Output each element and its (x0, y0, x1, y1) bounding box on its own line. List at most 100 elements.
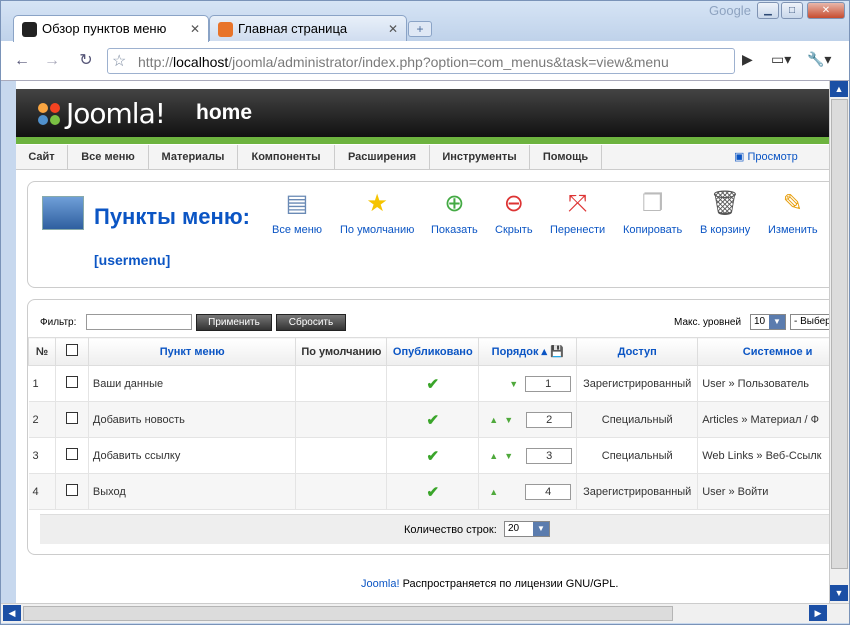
forward-button[interactable]: → (41, 50, 63, 72)
table-row: 1 Ваши данные ✔ ▼ 1 Зарегистрированный Us… (28, 365, 829, 402)
menu-item-components[interactable]: Компоненты (238, 145, 335, 170)
publish-button[interactable]: ⊕ Показать (431, 188, 478, 236)
row-checkbox[interactable] (65, 412, 78, 424)
horizontal-scroll-thumb[interactable] (23, 606, 673, 621)
order-input[interactable]: 3 (526, 447, 573, 464)
published-cell: ✔ (386, 437, 480, 474)
filter-label: Фильтр: (40, 317, 77, 328)
menu-item-site[interactable]: Сайт (16, 145, 68, 170)
bookmark-star-icon[interactable]: ☆ (112, 51, 126, 71)
address-bar[interactable]: ☆ http://localhost/joomla/administrator/… (107, 48, 735, 74)
chevron-down-icon: ▼ (533, 522, 549, 536)
maximize-button[interactable]: □ (781, 2, 803, 19)
close-tab-icon[interactable]: ✕ (388, 22, 398, 36)
edit-button[interactable]: ✎ Изменить (768, 188, 818, 236)
trash-button[interactable]: 🗑 В корзину (700, 188, 750, 236)
save-order-icon[interactable]: 💾 (550, 346, 564, 358)
menu-item-link[interactable]: Ваши данные (88, 365, 297, 402)
access-cell[interactable]: Специальный (576, 401, 699, 438)
menu-item-link[interactable]: Добавить новость (88, 401, 297, 438)
order-cell: ▲ ▼ 2 (478, 401, 578, 438)
minimize-button[interactable]: ▁ (757, 2, 779, 19)
preview-link[interactable]: ▣ Просмотр (734, 150, 798, 163)
published-check-icon[interactable]: ✔ (427, 484, 440, 501)
tab-menu-items[interactable]: Обзор пунктов меню ✕ (13, 15, 209, 42)
move-down-icon[interactable]: ▼ (504, 451, 513, 461)
menu-item-menus[interactable]: Все меню (68, 145, 149, 170)
scroll-right-icon[interactable]: ▶ (809, 605, 827, 621)
unpublish-button[interactable]: ⊖ Скрыть (495, 188, 533, 236)
col-published[interactable]: Опубликовано (386, 337, 480, 366)
move-down-icon[interactable]: ▼ (504, 415, 513, 425)
vertical-scroll-thumb[interactable] (831, 99, 848, 569)
menu-item-extensions[interactable]: Расширения (335, 145, 430, 170)
col-system-type[interactable]: Системное и (697, 337, 829, 366)
new-tab-button[interactable]: + (408, 21, 432, 37)
order-input[interactable]: 1 (525, 375, 572, 392)
star-icon: ★ (366, 190, 388, 217)
back-button[interactable]: ← (11, 50, 33, 72)
default-button[interactable]: ★ По умолчанию (340, 188, 414, 236)
menu-item-link[interactable]: Добавить ссылку (88, 437, 297, 474)
row-checkbox[interactable] (65, 376, 78, 388)
toolbar-panel: Пункты меню: [usermenu] ▤ Все меню ★ По ум… (27, 181, 829, 288)
close-tab-icon[interactable]: ✕ (190, 22, 200, 36)
row-checkbox[interactable] (65, 484, 78, 496)
copy-button[interactable]: ❐ Копировать (623, 188, 682, 236)
scroll-down-icon[interactable]: ▼ (830, 585, 848, 601)
move-up-icon[interactable]: ▲ (489, 487, 498, 497)
row-number: 4 (28, 473, 56, 510)
max-levels-select[interactable]: 10 ▼ (750, 314, 786, 330)
joomla-link[interactable]: Joomla! (361, 578, 400, 590)
close-window-button[interactable]: ✕ (807, 2, 845, 19)
order-cell: ▲ 4 (478, 473, 578, 510)
access-cell[interactable]: Специальный (576, 437, 699, 474)
table-row: 2 Добавить новость ✔ ▲ ▼ 2 Специальный Art… (28, 401, 829, 438)
menu-item-tools[interactable]: Инструменты (430, 145, 530, 170)
menu-item-content[interactable]: Материалы (149, 145, 238, 170)
license-footer: Joomla! Распространяется по лицензии GNU… (361, 578, 619, 590)
order-input[interactable]: 2 (526, 411, 573, 428)
published-check-icon[interactable]: ✔ (427, 376, 440, 393)
all-menus-button[interactable]: ▤ Все меню (272, 188, 322, 236)
horizontal-scrollbar[interactable]: ◀ ▶ (1, 603, 849, 623)
scroll-up-icon[interactable]: ▲ (830, 81, 848, 97)
apply-button[interactable]: Применить (196, 314, 272, 331)
browser-window: Обзор пунктов меню ✕ Главная страница ✕ … (0, 0, 850, 625)
published-check-icon[interactable]: ✔ (427, 412, 440, 429)
reload-button[interactable]: ↻ (75, 50, 97, 72)
scroll-left-icon[interactable]: ◀ (3, 605, 21, 621)
menu-item-link[interactable]: Выход (88, 473, 297, 510)
access-cell[interactable]: Зарегистрированный (576, 473, 699, 510)
state-select[interactable]: - Выбер (790, 314, 829, 330)
url-text: http://localhost/joomla/administrator/in… (138, 54, 669, 70)
row-checkbox[interactable] (65, 448, 78, 460)
move-up-icon[interactable]: ▲ (489, 415, 498, 425)
menu-item-help[interactable]: Помощь (530, 145, 602, 170)
brand-label: Google (709, 3, 751, 18)
rows-count-select[interactable]: 20 ▼ (504, 521, 550, 537)
order-input[interactable]: 4 (525, 483, 572, 500)
vertical-scrollbar[interactable]: ▲ ▼ (829, 81, 849, 603)
col-order[interactable]: Порядок ▴ 💾 (478, 337, 578, 366)
col-menu-item[interactable]: Пункт меню (87, 337, 297, 366)
filter-input[interactable] (86, 314, 192, 330)
col-default[interactable]: По умолчанию (295, 337, 388, 366)
page-title: Пункты меню: (94, 204, 250, 229)
col-access[interactable]: Доступ (576, 337, 699, 366)
move-up-icon[interactable]: ▲ (489, 451, 498, 461)
xampp-favicon-icon (218, 22, 233, 37)
reset-button[interactable]: Сбросить (276, 314, 346, 331)
published-check-icon[interactable]: ✔ (427, 448, 440, 465)
max-levels-label: Макс. уровней (674, 317, 742, 328)
move-button[interactable]: ⤧ Перенести (550, 188, 605, 236)
page-viewport: Joomla! home Сайт Все меню Материалы Ком… (16, 81, 829, 603)
move-down-icon[interactable]: ▼ (509, 379, 518, 389)
access-cell[interactable]: Зарегистрированный (576, 365, 699, 402)
wrench-menu-icon[interactable]: 🔧▾ (807, 51, 831, 68)
system-type-cell: Articles » Материал / Ф (697, 401, 829, 438)
page-menu-icon[interactable]: ▭▾ (771, 51, 791, 68)
select-all-checkbox[interactable] (65, 344, 78, 356)
tab-home[interactable]: Главная страница ✕ (209, 15, 407, 42)
go-icon[interactable]: ▶ (742, 51, 753, 68)
